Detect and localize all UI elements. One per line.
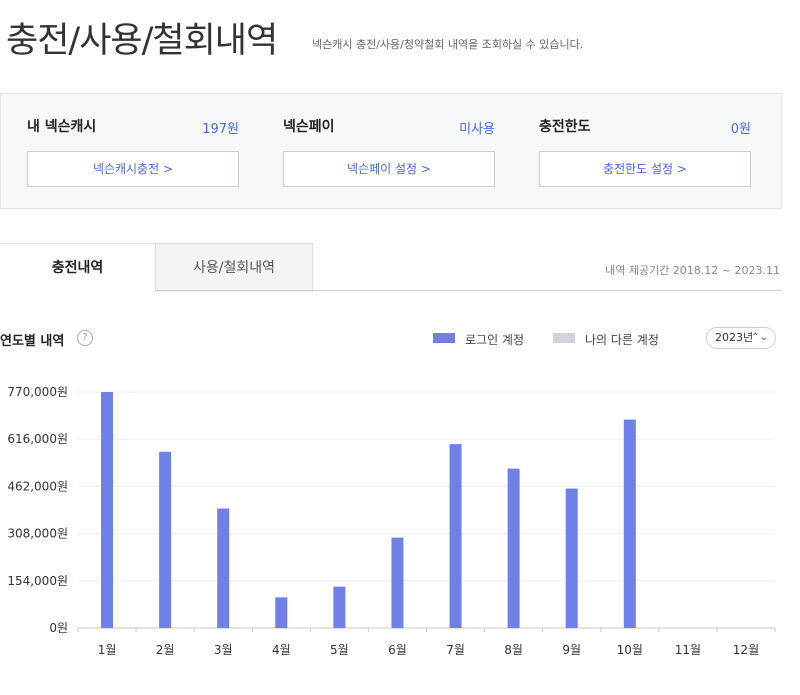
bar: [101, 392, 114, 628]
tab-usage-withdrawal-history[interactable]: 사용/철회내역: [155, 243, 313, 292]
charge-limit-settings-button[interactable]: 충전한도 설정 >: [539, 151, 751, 187]
x-tick-label: 4월: [272, 643, 291, 657]
x-tick-label: 9월: [562, 643, 581, 657]
nexon-pay-settings-button[interactable]: 넥슨페이 설정 >: [283, 151, 495, 187]
summary-label: 넥슨페이: [283, 119, 335, 135]
x-tick-label: 7월: [446, 643, 465, 657]
tab-divider: [155, 290, 782, 291]
bar: [449, 444, 462, 628]
chevron-updown-icon: ⌃⌄: [751, 332, 768, 343]
summary-value: 미사용: [459, 122, 495, 137]
section-title: 연도별 내역: [0, 334, 65, 349]
bar: [391, 537, 404, 628]
bar: [275, 597, 288, 628]
year-select[interactable]: 2023년 ⌃⌄: [706, 327, 776, 349]
page-title: 충전/사용/철회내역: [6, 21, 278, 61]
x-tick-label: 6월: [388, 643, 407, 657]
x-tick-label: 12월: [733, 643, 759, 657]
y-tick-label: 770,000원: [7, 385, 68, 399]
x-tick-label: 10월: [617, 643, 643, 657]
bar: [333, 586, 346, 628]
x-tick-label: 8월: [504, 643, 523, 657]
y-tick-label: 154,000원: [7, 574, 68, 588]
x-tick-label: 5월: [330, 643, 349, 657]
legend-swatch-login-account: [433, 333, 455, 343]
x-tick-label: 3월: [214, 643, 233, 657]
y-tick-label: 308,000원: [7, 527, 68, 541]
bar: [623, 419, 636, 628]
nexon-cash-charge-button[interactable]: 넥슨캐시충전 >: [27, 151, 239, 187]
summary-label: 내 넥슨캐시: [27, 119, 97, 135]
monthly-bar-chart: 0원 154,000원 308,000원 462,000원 616,000원 770,00…: [7, 385, 776, 657]
y-tick-label: 462,000원: [7, 479, 68, 493]
year-select-value: 2023년: [715, 331, 754, 344]
legend-label-other-account: 나의 다른 계정: [585, 333, 659, 347]
summary-value: 0원: [730, 122, 751, 137]
x-tick-label: 1월: [98, 643, 117, 657]
bar: [565, 488, 578, 628]
period-text: 내역 제공기간 2018.12 ~ 2023.11: [605, 264, 780, 277]
x-tick-label: 2월: [156, 643, 175, 657]
y-tick-label: 0원: [49, 621, 68, 635]
summary-box: 내 넥슨캐시 197원 넥슨캐시충전 > 넥슨페이 미사용 넥슨페이 설정 > …: [0, 93, 782, 209]
bar: [217, 508, 230, 628]
legend-swatch-other-account: [553, 333, 575, 343]
legend-label-login-account: 로그인 계정: [465, 333, 525, 347]
bar: [159, 451, 172, 628]
bar: [507, 468, 520, 628]
summary-label: 충전한도: [539, 119, 591, 135]
help-circle-icon[interactable]: ?: [77, 330, 93, 346]
x-tick-label: 11월: [675, 643, 701, 657]
tab-charge-history[interactable]: 충전내역: [0, 243, 155, 292]
y-tick-label: 616,000원: [7, 432, 68, 446]
summary-value: 197원: [202, 122, 239, 137]
page-description: 넥슨캐시 충전/사용/청약철회 내역을 조회하실 수 있습니다.: [312, 38, 584, 51]
